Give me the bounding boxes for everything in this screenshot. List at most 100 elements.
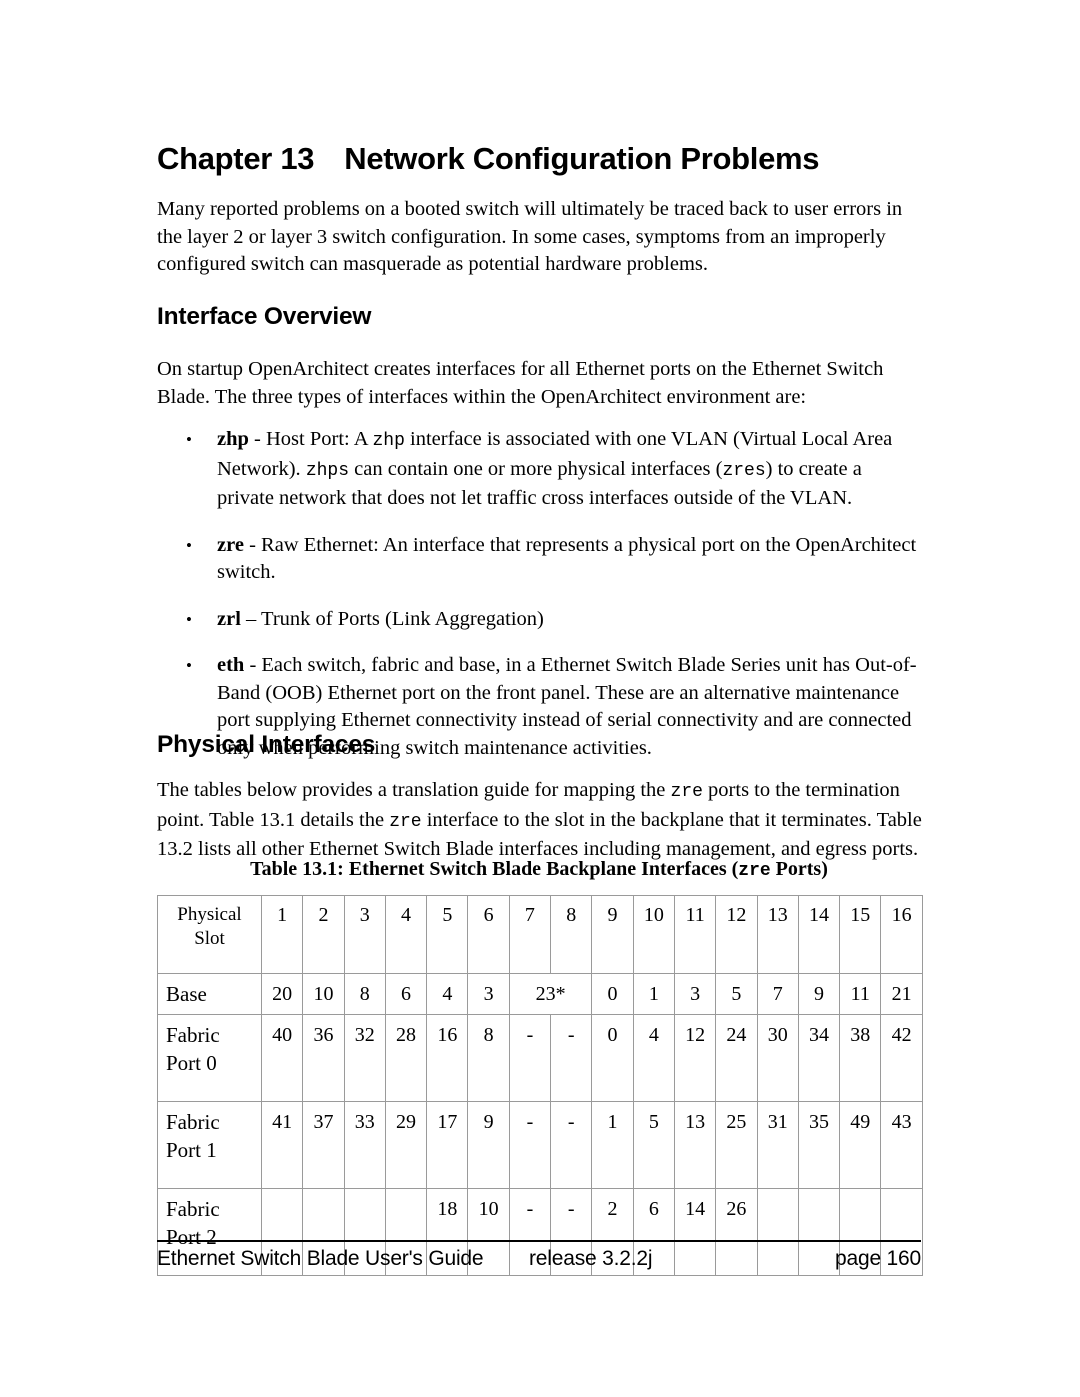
column-header-8: 8 [550,895,593,974]
table-cell: 36 [302,1014,345,1102]
chapter-title: Chapter 13 Network Configuration Problems [157,140,947,178]
table-cell: - [508,1014,552,1102]
list-item-text: Raw Ethernet: An interface that represen… [217,533,917,584]
list-item-term: eth [217,654,245,676]
paragraph-text: The tables below provides a translation … [157,779,671,801]
table-cell: 20 [260,973,304,1015]
table-cell: 43 [880,1101,923,1189]
row-label-line1: Fabric [166,1110,220,1134]
row-label-line1: Base [166,982,207,1006]
table-cell: 9 [797,973,841,1015]
table-cell: 0 [591,973,634,1015]
table-cell: - [550,1014,593,1102]
column-header-15: 15 [839,895,882,974]
table-cell: 3 [673,973,717,1015]
table-cell: 10 [302,973,345,1015]
column-header-16: 16 [880,895,923,974]
column-header-11: 11 [673,895,717,974]
column-header-2: 2 [302,895,345,974]
backplane-interfaces-table: Physical Slot 1 2 3 4 5 6 7 8 9 10 11 12 13 14 15 16 Ba… [157,895,923,1276]
bullet-icon: • [186,430,192,449]
header-label-line2: Slot [194,928,225,949]
table-cell: 1 [632,973,675,1015]
table-cell: 30 [756,1014,799,1102]
section-heading-physical-interfaces: Physical Interfaces [157,731,376,758]
table-cell: 34 [797,1014,841,1102]
table-cell: 25 [715,1101,758,1189]
code-zre: zre [738,861,771,881]
table-header: Physical Slot 1 2 3 4 5 6 7 8 9 10 11 12 13 14 15 16 [157,895,923,974]
table-cell: 37 [302,1101,345,1189]
bullet-icon: • [186,535,192,555]
table-cell: 0 [591,1014,634,1102]
list-item-text: Trunk of Ports (Link Aggregation) [261,607,544,630]
column-header-physical-slot: Physical Slot [157,895,262,974]
code-zre: zre [670,782,703,802]
list-item: • zhp - Host Port: A zhp interface is ass… [180,426,920,513]
table-cell: 4 [426,973,469,1015]
column-header-14: 14 [797,895,841,974]
table-row: Fabric Port 0 40 36 32 28 16 8- -0 4 12 24 30 34 38 42 [157,1014,923,1102]
table-cell: 8 [343,973,386,1015]
chapter-title-text: Network Configuration Problems [344,141,820,176]
table-cell: 5 [632,1101,675,1189]
table-cell: 3 [467,973,510,1015]
table-body: Base 20 10 8 6 4 3 23* 0 1 3 5 7 9 11 21 Fabric Port 0 40 3… [157,973,923,1276]
bullet-icon: • [186,656,192,675]
list-item: • zrl – Trunk of Ports (Link Aggregation) [180,606,920,634]
table-cell: 7 [756,973,799,1015]
page-footer: Ethernet Switch Blade User's Guide relea… [157,1247,921,1277]
footer-page-number: page 160 [835,1247,921,1270]
row-label-line2: Port 0 [166,1051,217,1075]
table-cell: 28 [384,1014,428,1102]
list-item-separator: - [244,654,262,676]
row-label-line2: Port 1 [166,1138,217,1162]
table-header-row: Physical Slot 1 2 3 4 5 6 7 8 9 10 11 12 13 14 15 16 [157,895,923,974]
list-item-separator: – [240,607,262,630]
table-cell: 17 [426,1101,469,1189]
table-cell: 12 [673,1014,717,1102]
column-header-9: 9 [591,895,634,974]
table-cell: - [508,1101,552,1189]
table-cell: 13 [673,1101,717,1189]
table-cell: 23* [508,973,593,1015]
list-item-text: can contain one or more physical interfa… [349,457,723,480]
interface-types-list: • zhp - Host Port: A zhp interface is ass… [180,426,920,781]
list-item-term: zhp [217,428,249,450]
table-cell: 35 [797,1101,841,1189]
row-label-line1: Fabric [166,1197,220,1221]
table-cell: 42 [880,1014,923,1102]
table-cell: 8 [467,1014,510,1102]
intro-paragraph: Many reported problems on a booted switc… [157,198,903,275]
list-item-separator: - [243,533,262,556]
row-label: Base [157,973,262,1015]
row-label-line2: Port 2 [166,1225,217,1249]
row-label-line1: Fabric [166,1023,220,1047]
table-cell: 40 [260,1014,304,1102]
column-header-6: 6 [467,895,510,974]
table-cell: 5 [715,973,758,1015]
table-row: Base 20 10 8 6 4 3 23* 0 1 3 5 7 9 11 21 [157,973,923,1015]
table-cell: 41 [260,1101,304,1189]
table-cell: 9 [467,1101,510,1189]
footer-divider [157,1240,921,1242]
table-cell: 38 [839,1014,882,1102]
table-cell: 32 [343,1014,386,1102]
code-zhps: zhps [305,460,350,481]
code-zre: zre [389,811,422,832]
table-cell: 4 [632,1014,675,1102]
code-zhp: zhp [372,431,405,451]
row-label: Fabric Port 1 [157,1101,262,1189]
header-label-line1: Physical [177,904,242,925]
table-cell: 16 [426,1014,469,1102]
list-item-text: Host Port: A [265,428,373,450]
column-header-1: 1 [260,895,304,974]
table-cell: 21 [880,973,923,1015]
list-item: • zre - Raw Ethernet: An interface that r… [180,532,920,587]
table-cell: - [550,1101,593,1189]
code-zres: zres [722,460,766,481]
interface-overview-paragraph: On startup OpenArchitect creates interfa… [157,358,884,408]
table-caption: Table 13.1: Ethernet Switch Blade Backpl… [157,858,921,881]
column-header-5: 5 [426,895,469,974]
footer-guide-title: Ethernet Switch Blade User's Guide [157,1247,484,1270]
